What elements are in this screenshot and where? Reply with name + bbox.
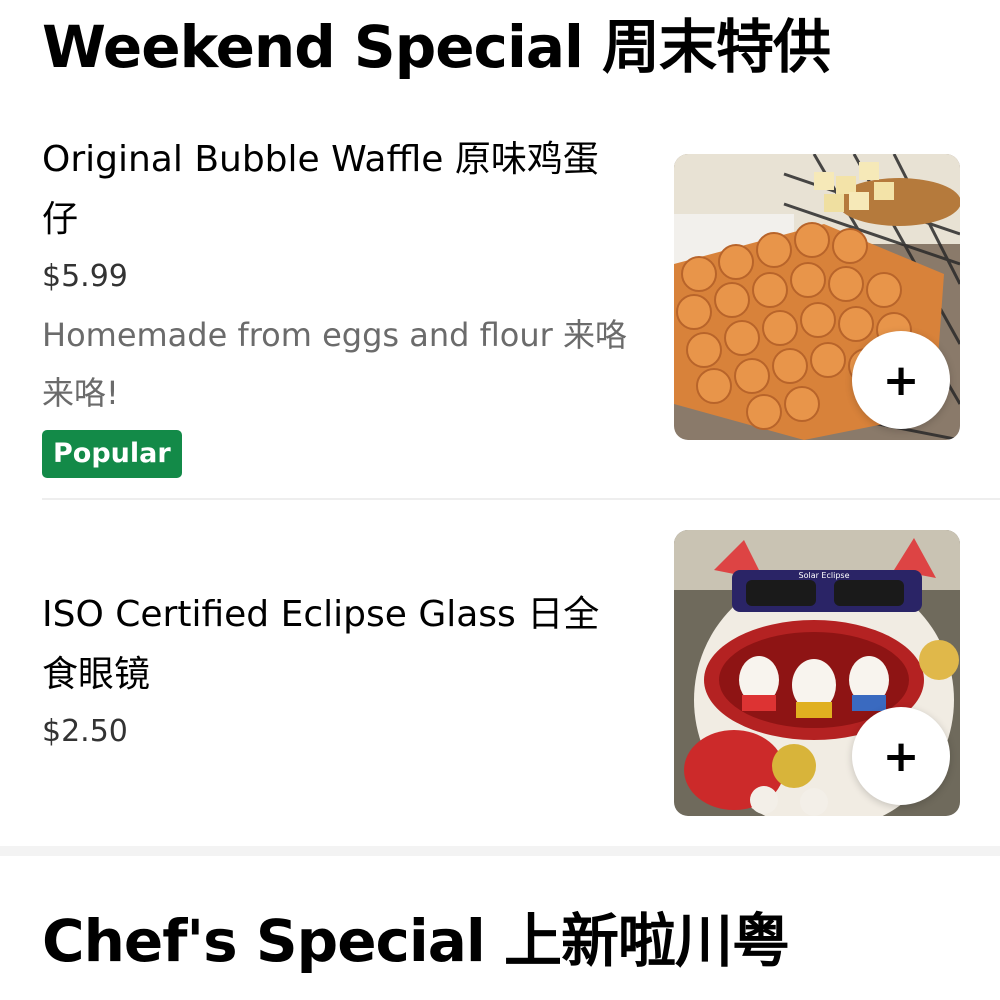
popular-badge: Popular	[42, 430, 182, 478]
section-separator	[0, 846, 1000, 856]
menu-item-details: Original Bubble Waffle 原味鸡蛋仔 $5.99 Homem…	[42, 130, 627, 478]
section-title-chefs-special: Chef's Special 上新啦川粤	[42, 907, 790, 975]
item-name: Original Bubble Waffle 原味鸡蛋仔	[42, 139, 599, 240]
menu-item-eclipse-glass[interactable]: ISO Certified Eclipse Glass 日全食眼镜 $2.50 …	[0, 500, 1000, 848]
plus-icon: +	[882, 354, 920, 406]
section-title-weekend-special: Weekend Special 周末特供	[42, 13, 831, 81]
item-price: $5.99	[42, 259, 128, 294]
item-price: $2.50	[42, 714, 128, 749]
menu-item-details: ISO Certified Eclipse Glass 日全食眼镜 $2.50	[42, 585, 627, 755]
menu-item-bubble-waffle[interactable]: Original Bubble Waffle 原味鸡蛋仔 $5.99 Homem…	[0, 110, 1000, 500]
glasses-label: Solar Eclipse	[799, 571, 850, 580]
add-to-cart-button[interactable]: +	[852, 331, 950, 429]
menu-page: Weekend Special 周末特供 Original Bubble Waf…	[0, 0, 1000, 1000]
plus-icon: +	[882, 730, 920, 782]
item-name: ISO Certified Eclipse Glass 日全食眼镜	[42, 594, 600, 695]
add-to-cart-button[interactable]: +	[852, 707, 950, 805]
item-description: Homemade from eggs and flour 来咯来咯!	[42, 316, 627, 412]
